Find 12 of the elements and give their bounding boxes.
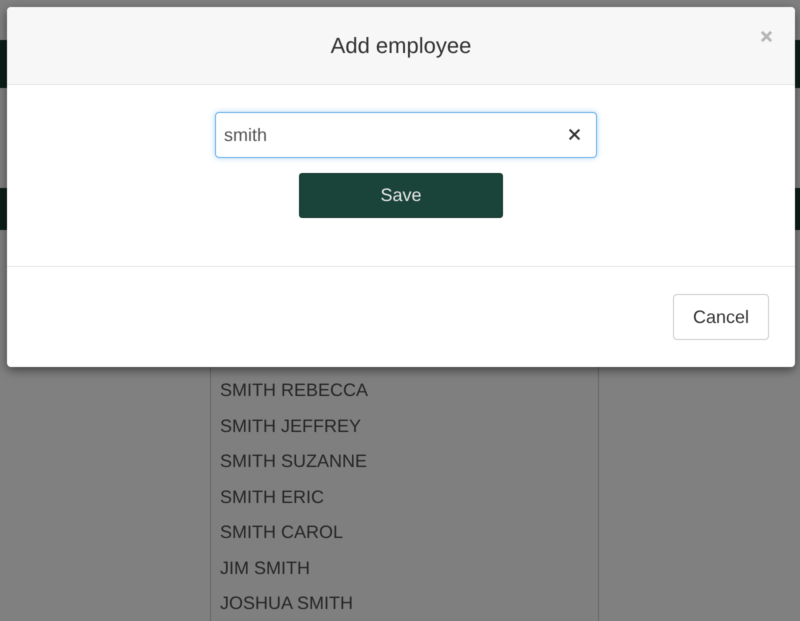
suggestion-item[interactable]: SMITH JEFFREY [211, 414, 598, 450]
save-button[interactable]: Save [299, 173, 503, 218]
clear-icon[interactable] [568, 128, 581, 141]
suggestion-item[interactable]: JIM SMITH [211, 556, 598, 592]
suggestion-item[interactable]: SMITH REBECCA [211, 379, 598, 414]
search-field[interactable]: smith [215, 112, 597, 158]
suggestion-item[interactable]: SMITH SUZANNE [211, 450, 598, 486]
suggestion-item[interactable]: SMITH CAROL [211, 521, 598, 556]
dialog-title: Add employee [330, 32, 472, 58]
suggestion-item[interactable]: SMITH ERIC [211, 486, 598, 521]
suggestion-item[interactable]: JOSHUA SMITH [211, 592, 598, 621]
cancel-button[interactable]: Cancel [673, 294, 769, 340]
